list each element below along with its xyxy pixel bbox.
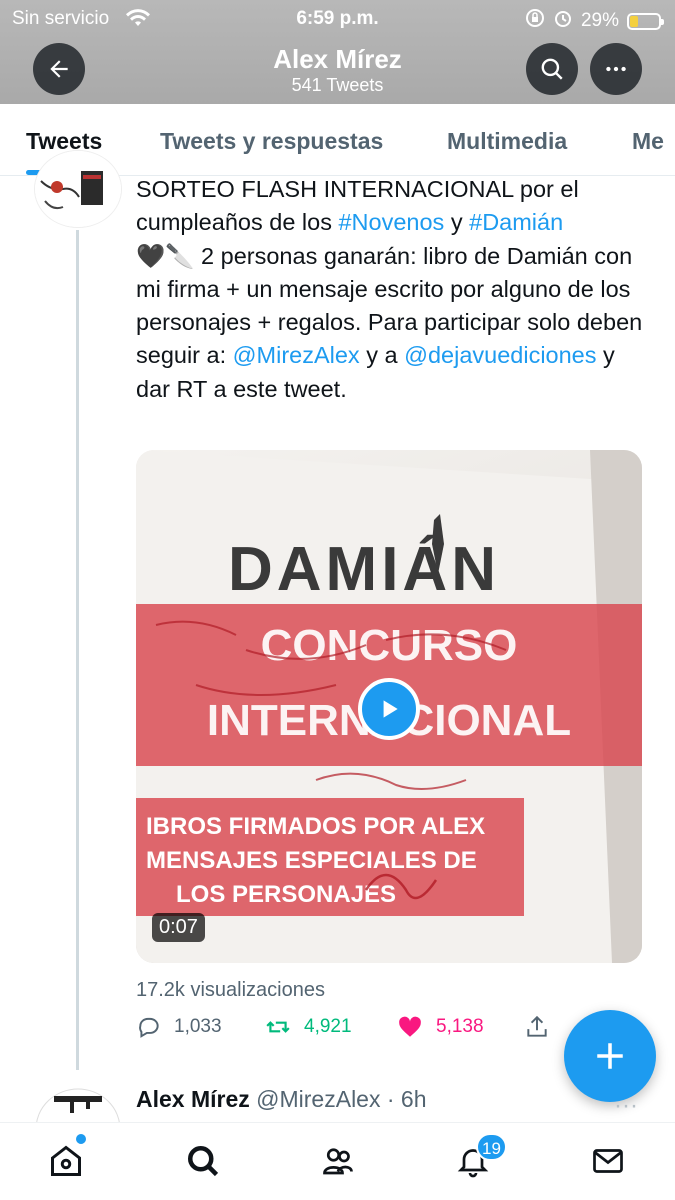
nav-search[interactable] [183,1141,223,1181]
search-icon [188,1146,219,1177]
bottom-navigation: 19 [0,1122,675,1200]
share-button[interactable] [524,1014,550,1040]
play-icon [383,700,398,718]
search-icon [541,58,563,80]
next-tweet-handle: @MirezAlex · 6h [256,1086,427,1112]
next-tweet-author[interactable]: Alex Mírez [136,1086,250,1112]
next-tweet-header: Alex Mírez @MirezAlex · 6h [136,1086,427,1113]
next-tweet-more-icon[interactable]: ··· [614,1092,638,1120]
tweet-text: SORTEO FLASH INTERNACIONAL por el cumple… [136,173,646,406]
promo-line-3: LOS PERSONAJES [176,881,396,908]
mention-dejavuediciones-link[interactable]: @dejavuediciones [404,342,596,368]
tab-tweets-and-replies[interactable]: Tweets y respuestas [160,128,383,155]
promo-line-2: MENSAJES ESPECIALES DE [146,847,477,874]
communities-icon [323,1148,353,1175]
nav-messages[interactable] [588,1141,628,1181]
promo-line-1: IBROS FIRMADOS POR ALEX [146,813,485,840]
book-title-text: DAMIÁN [228,535,500,604]
orientation-lock-icon [525,8,545,34]
notifications-badge: 19 [476,1133,507,1161]
reply-button[interactable]: 1,033 [136,1014,222,1040]
tab-media[interactable]: Multimedia [447,128,567,155]
share-icon [527,1015,547,1037]
banner-line-1: CONCURSO [261,621,518,670]
tweet-text-segment: y a [359,342,405,369]
mention-mirezalex-link[interactable]: @MirezAlex [233,342,360,368]
reply-icon [139,1017,159,1038]
nav-home[interactable] [46,1141,86,1181]
more-dots-icon [606,66,626,72]
next-tweet-avatar[interactable] [34,1085,122,1125]
tweet-actions: 1,033 4,921 5,138 [136,1014,556,1050]
like-count: 5,138 [436,1016,484,1037]
compose-tweet-button[interactable] [564,1010,656,1102]
video-duration: 0:07 [152,913,205,942]
battery-icon [627,12,664,30]
view-count: 17.2k visualizaciones [136,979,325,1001]
retweet-count: 4,921 [304,1016,352,1037]
nav-communities[interactable] [318,1141,358,1181]
home-new-indicator [76,1134,86,1144]
mail-icon [593,1149,623,1173]
reply-count: 1,033 [174,1016,222,1037]
more-options-button[interactable] [590,43,642,95]
battery-percent: 29% [580,10,619,31]
plus-icon [597,1043,623,1069]
search-button[interactable] [526,43,578,95]
thread-line [76,230,79,1070]
home-icon [51,1145,81,1176]
retweet-button[interactable]: 4,921 [264,1014,352,1040]
play-button[interactable] [358,678,420,740]
heart-filled-icon [399,1016,421,1037]
hashtag-damian-link[interactable]: #Damián [469,209,563,235]
avatar[interactable] [34,150,122,228]
tab-likes[interactable]: Me [632,128,664,155]
profile-header: Sin servicio 6:59 p.m. 29% Alex Mírez 54… [0,0,675,104]
alarm-icon [553,8,573,34]
status-bar: Sin servicio 6:59 p.m. 29% [0,6,675,31]
like-button[interactable]: 5,138 [396,1014,484,1040]
retweet-icon [266,1021,290,1033]
hashtag-novenos-link[interactable]: #Novenos [338,209,444,235]
tweet-text-segment: y [444,209,470,236]
